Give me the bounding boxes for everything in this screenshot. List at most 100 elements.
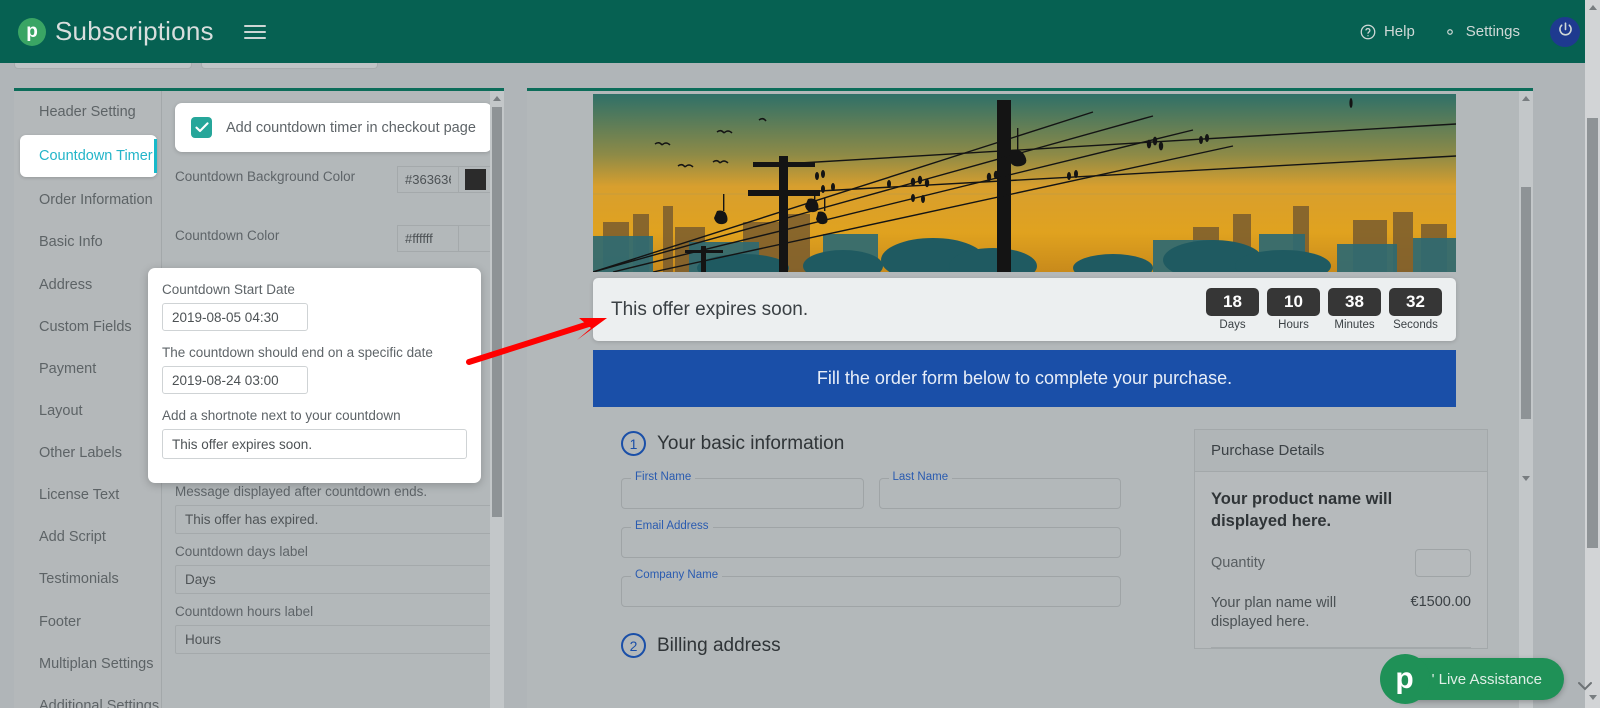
order-form-banner: Fill the order form below to complete yo… <box>593 350 1456 407</box>
first-name-label: First Name <box>631 471 696 483</box>
scroll-up-arrow[interactable] <box>490 91 504 105</box>
days-label-group: Countdown days label <box>163 534 504 594</box>
enable-countdown-checkbox[interactable] <box>191 117 212 138</box>
sidebar-item-basic-info[interactable]: Basic Info <box>14 221 161 263</box>
step-1-title: Your basic information <box>657 432 845 454</box>
countdown-dates-card: Countdown Start Date The countdown shoul… <box>148 268 481 483</box>
product-name: Your product name will displayed here. <box>1211 490 1393 531</box>
plan-row: Your plan name will displayed here. €150… <box>1211 594 1471 648</box>
email-address-input[interactable] <box>622 528 1120 557</box>
hours-label-group: Countdown hours label <box>163 594 504 654</box>
last-name-input[interactable] <box>879 479 1120 508</box>
basic-information-section: 1 Your basic information First Name Last… <box>621 431 1121 680</box>
company-name-input[interactable] <box>622 577 1120 606</box>
shortnote-input[interactable] <box>162 429 467 459</box>
sidebar-item-footer[interactable]: Footer <box>14 601 161 643</box>
countdown-days-value: 18 <box>1206 288 1259 316</box>
live-assistance-logo-icon: p <box>1379 654 1430 704</box>
hours-label-label: Countdown hours label <box>175 604 314 619</box>
sidebar-item-multiplan-settings[interactable]: Multiplan Settings <box>14 643 161 685</box>
sidebar-item-header-setting[interactable]: Header Setting <box>14 91 161 133</box>
text-color-swatch[interactable] <box>459 225 492 252</box>
bg-color-input[interactable] <box>397 166 459 193</box>
text-color-label: Countdown Color <box>175 228 280 243</box>
sidebar-item-address[interactable]: Address <box>14 264 161 306</box>
countdown-unit-minutes: 38 Minutes <box>1328 288 1381 331</box>
sidebar-item-order-information[interactable]: Order Information <box>14 179 161 221</box>
expired-message-input[interactable] <box>175 505 492 534</box>
expired-message-group: Message displayed after countdown ends. <box>163 474 504 534</box>
first-name-field[interactable]: First Name <box>621 471 864 509</box>
email-address-label: Email Address <box>631 520 713 532</box>
step-2-number: 2 <box>621 633 646 658</box>
countdown-shortnote: This offer expires soon. <box>611 298 809 320</box>
start-date-input[interactable] <box>162 303 308 331</box>
last-name-field[interactable]: Last Name <box>878 471 1121 509</box>
preview-scroll-up-arrow[interactable] <box>1519 91 1533 105</box>
help-button[interactable]: Help <box>1359 23 1415 41</box>
sidebar-item-payment[interactable]: Payment <box>14 348 161 390</box>
app-logo-icon: p <box>18 17 46 46</box>
text-color-input[interactable] <box>397 225 459 252</box>
preview-panel-scrollbar[interactable] <box>1519 91 1533 708</box>
top-bar-actions: Help Settings <box>1359 0 1580 63</box>
help-label: Help <box>1383 23 1415 40</box>
purchase-details-body: Your product name will displayed here. Q… <box>1195 472 1487 648</box>
help-circle-icon <box>1359 23 1377 41</box>
step-2-header: 2 Billing address <box>621 633 1121 658</box>
bg-color-row: Countdown Background Color <box>163 152 504 193</box>
company-name-label: Company Name <box>631 569 723 581</box>
step-2-title: Billing address <box>657 634 781 656</box>
brand[interactable]: p Subscriptions <box>18 16 214 47</box>
quantity-row: Quantity <box>1211 548 1471 577</box>
countdown-hours-label: Hours <box>1278 319 1309 331</box>
settings-panel-scrollbar[interactable] <box>490 91 504 708</box>
preview-scrollbar-thumb[interactable] <box>1521 187 1531 419</box>
email-address-field[interactable]: Email Address <box>621 520 1121 558</box>
checkout-form-area: 1 Your basic information First Name Last… <box>593 407 1488 708</box>
browser-scroll-up-arrow[interactable] <box>1585 0 1600 15</box>
check-icon <box>194 122 209 133</box>
days-label-input[interactable] <box>175 565 492 594</box>
bg-color-swatch[interactable] <box>459 166 492 193</box>
company-name-field[interactable]: Company Name <box>621 569 1121 607</box>
live-assistance-label: ' Live Assistance <box>1431 670 1542 688</box>
first-name-input[interactable] <box>622 479 863 508</box>
start-date-group: Countdown Start Date <box>162 282 467 331</box>
hamburger-icon[interactable] <box>243 21 266 43</box>
gear-icon <box>1441 23 1459 41</box>
hours-label-input[interactable] <box>175 625 492 654</box>
settings-button[interactable]: Settings <box>1441 23 1520 41</box>
sidebar-item-add-script[interactable]: Add Script <box>14 516 161 558</box>
sidebar-item-license-text[interactable]: License Text <box>14 474 161 516</box>
app-root: p Subscriptions Help Settings Header Set… <box>0 0 1600 708</box>
text-color-row: Countdown Color <box>163 193 504 252</box>
last-name-label: Last Name <box>888 471 953 483</box>
sidebar-item-other-labels[interactable]: Other Labels <box>14 432 161 474</box>
days-label-label: Countdown days label <box>175 544 308 559</box>
scrollbar-thumb[interactable] <box>492 107 502 517</box>
plan-name: Your plan name will displayed here. <box>1211 594 1337 631</box>
browser-scrollbar-thumb[interactable] <box>1587 118 1598 548</box>
shortnote-label: Add a shortnote next to your countdown <box>162 408 401 423</box>
power-button[interactable] <box>1550 16 1580 47</box>
sidebar-item-testimonials[interactable]: Testimonials <box>14 558 161 600</box>
live-assistance-button[interactable]: p ' Live Assistance <box>1379 654 1564 704</box>
plan-price: €1500.00 <box>1410 593 1471 610</box>
countdown-unit-hours: 10 Hours <box>1267 288 1320 331</box>
live-assistance-collapse-icon[interactable] <box>1578 678 1592 696</box>
settings-label: Settings <box>1465 23 1520 40</box>
countdown-minutes-label: Minutes <box>1334 319 1375 331</box>
end-date-input[interactable] <box>162 366 308 394</box>
sidebar-item-layout[interactable]: Layout <box>14 390 161 432</box>
hero-banner-image <box>593 94 1456 272</box>
app-logo-letter: p <box>26 21 38 42</box>
quantity-input[interactable] <box>1415 548 1471 577</box>
bg-color-control <box>397 166 492 193</box>
preview-scroll-down-arrow[interactable] <box>1519 471 1533 485</box>
sidebar-item-countdown-timer[interactable]: Countdown Timer <box>20 135 157 178</box>
browser-scrollbar[interactable] <box>1585 0 1600 708</box>
sidebar-item-additional-settings[interactable]: Additional Settings <box>14 685 161 708</box>
sidebar-item-custom-fields[interactable]: Custom Fields <box>14 306 161 348</box>
expired-message-label: Message displayed after countdown ends. <box>175 484 428 499</box>
